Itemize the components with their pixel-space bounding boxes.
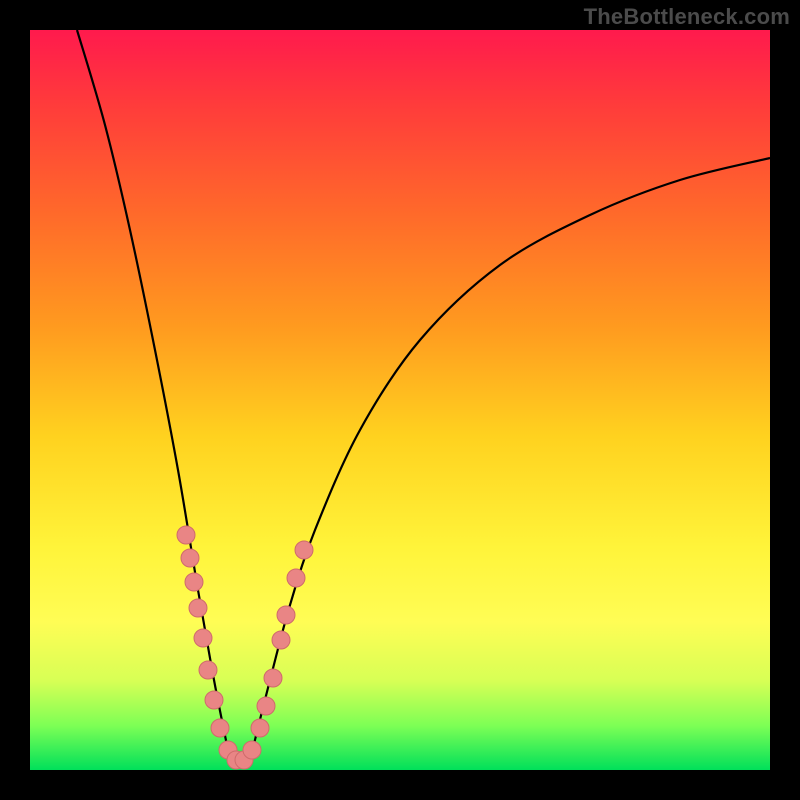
data-marker <box>211 719 229 737</box>
data-marker <box>181 549 199 567</box>
data-marker <box>199 661 217 679</box>
data-marker <box>243 741 261 759</box>
data-marker <box>264 669 282 687</box>
left-curve <box>77 30 230 760</box>
data-marker <box>295 541 313 559</box>
data-marker <box>185 573 203 591</box>
markers-group <box>177 526 313 769</box>
data-marker <box>251 719 269 737</box>
data-marker <box>177 526 195 544</box>
data-marker <box>257 697 275 715</box>
chart-frame: TheBottleneck.com <box>0 0 800 800</box>
data-marker <box>205 691 223 709</box>
data-marker <box>272 631 290 649</box>
data-marker <box>189 599 207 617</box>
data-marker <box>287 569 305 587</box>
data-marker <box>194 629 212 647</box>
watermark-text: TheBottleneck.com <box>584 4 790 30</box>
right-curve <box>250 158 770 760</box>
data-marker <box>277 606 295 624</box>
chart-svg <box>30 30 770 770</box>
